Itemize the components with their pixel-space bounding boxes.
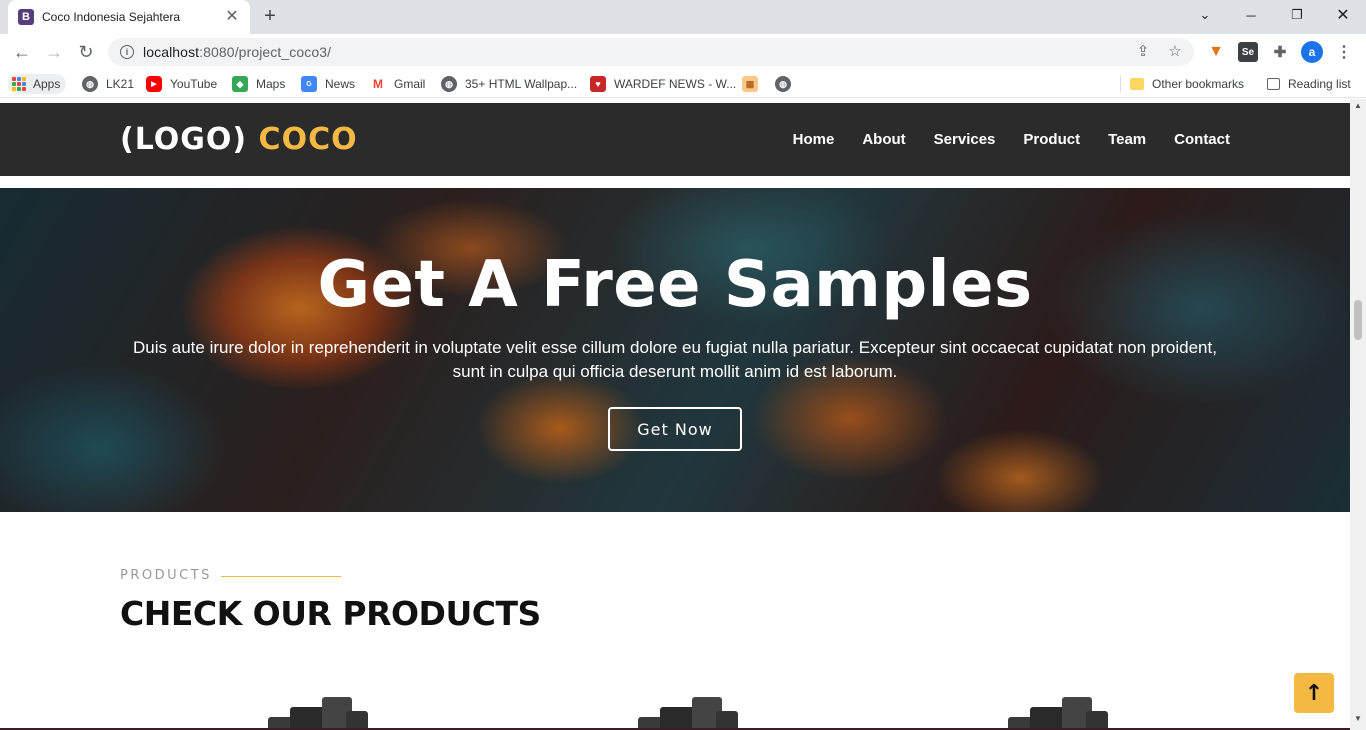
product-image-3[interactable]	[1008, 695, 1112, 730]
scroll-up-arrow-icon[interactable]: ▲	[1353, 101, 1363, 110]
scroll-down-arrow-icon[interactable]: ▼	[1353, 714, 1363, 723]
product-image-1[interactable]	[268, 695, 372, 730]
nav-contact[interactable]: Contact	[1174, 131, 1230, 148]
bookmarks-divider	[1120, 76, 1121, 92]
page-scrollbar[interactable]: ▲ ▼	[1350, 99, 1366, 730]
youtube-icon: ▶	[146, 76, 162, 92]
nav-team[interactable]: Team	[1108, 131, 1146, 148]
hero-title: Get A Free Samples	[317, 248, 1033, 322]
page-viewport: (LOGO) COCO Home About Services Product …	[0, 99, 1350, 730]
browser-tab[interactable]: B Coco Indonesia Sejahtera ✕	[8, 0, 250, 34]
gmail-icon: M	[370, 76, 386, 92]
bookmark-other[interactable]: Other bookmarks	[1130, 74, 1244, 94]
nav-about[interactable]: About	[862, 131, 905, 148]
close-window-button[interactable]: ✕	[1320, 0, 1366, 30]
tab-title: Coco Indonesia Sejahtera	[42, 10, 181, 24]
site-info-icon[interactable]: i	[120, 45, 134, 59]
bookmark-maps[interactable]: ◆ Maps	[232, 74, 285, 94]
bookmark-wardef[interactable]: ♥ WARDEF NEWS - W...	[590, 74, 736, 94]
minimize-button[interactable]: ─	[1228, 0, 1274, 30]
maps-pin-icon: ◆	[232, 76, 248, 92]
bookmark-youtube[interactable]: ▶ YouTube	[146, 74, 217, 94]
bookmarks-bar: Apps ◍ LK21 ▶ YouTube ◆ Maps G News M Gmail ◍…	[0, 70, 1366, 98]
eyebrow-line	[221, 576, 341, 577]
news-icon: G	[301, 76, 317, 92]
nav-product[interactable]: Product	[1023, 131, 1080, 148]
bookmark-gmail[interactable]: M Gmail	[370, 74, 425, 94]
back-to-top-button[interactable]: ↑	[1294, 673, 1334, 713]
arrow-up-icon: ↑	[1304, 680, 1324, 706]
restore-button[interactable]: ❐	[1274, 0, 1320, 30]
profile-avatar[interactable]: a	[1301, 41, 1323, 63]
share-icon[interactable]: ⇪	[1134, 43, 1152, 61]
site-navbar: (LOGO) COCO Home About Services Product …	[0, 103, 1350, 176]
tab-strip: B Coco Indonesia Sejahtera ✕ + ⌄ ─ ❐ ✕	[0, 0, 1366, 34]
globe-icon: ◍	[441, 76, 457, 92]
globe-icon: ◍	[775, 76, 791, 92]
browser-toolbar: ← → ↻ i localhost:8080/project_coco3/ ⇪ …	[0, 34, 1366, 70]
clapper-icon: ▦	[742, 76, 758, 92]
hero-banner: Get A Free Samples Duis aute irure dolor…	[0, 188, 1350, 512]
products-eyebrow: PRODUCTS	[120, 568, 212, 583]
products-title: CHECK OUR PRODUCTS	[120, 594, 541, 633]
nav-home[interactable]: Home	[793, 131, 835, 148]
get-now-button[interactable]: Get Now	[608, 407, 742, 451]
wardef-logo-icon: ♥	[590, 76, 606, 92]
bootstrap-favicon-icon: B	[18, 9, 34, 25]
nav-services[interactable]: Services	[934, 131, 996, 148]
selenium-extension-icon[interactable]: Se	[1238, 42, 1258, 62]
scrollbar-thumb[interactable]	[1354, 300, 1362, 340]
reload-icon[interactable]: ↻	[76, 42, 96, 62]
bookmark-news[interactable]: G News	[301, 74, 355, 94]
reading-list-icon	[1267, 78, 1280, 90]
extensions-puzzle-icon[interactable]: ✚	[1270, 42, 1290, 62]
bookmark-folder-image[interactable]: ▦	[742, 74, 766, 94]
apps-grid-icon	[12, 77, 26, 91]
bookmark-apps[interactable]: Apps	[8, 74, 67, 94]
bookmark-wallpapers[interactable]: ◍ 35+ HTML Wallpap...	[441, 74, 577, 94]
forward-icon[interactable]: →	[44, 42, 64, 62]
bookmark-globe[interactable]: ◍	[775, 74, 799, 94]
site-logo[interactable]: (LOGO) COCO	[120, 122, 358, 157]
url-text: localhost:8080/project_coco3/	[143, 44, 332, 60]
site-menu: Home About Services Product Team Contact	[793, 131, 1230, 148]
bookmark-star-icon[interactable]: ☆	[1166, 43, 1184, 61]
metamask-fox-icon[interactable]: ▼	[1206, 42, 1226, 62]
new-tab-button[interactable]: +	[258, 6, 282, 28]
bookmark-lk21[interactable]: ◍ LK21	[82, 74, 134, 94]
tab-search-icon[interactable]: ⌄	[1182, 0, 1228, 30]
back-icon[interactable]: ←	[12, 42, 32, 62]
chrome-menu-icon[interactable]: ⋮	[1334, 42, 1354, 62]
close-tab-icon[interactable]: ✕	[224, 9, 240, 25]
address-bar[interactable]: i localhost:8080/project_coco3/ ⇪ ☆	[108, 38, 1194, 66]
reading-list-button[interactable]: Reading list	[1267, 74, 1351, 94]
hero-text: Duis aute irure dolor in reprehenderit i…	[133, 338, 1217, 381]
folder-icon	[1130, 78, 1144, 90]
product-image-2[interactable]	[638, 695, 742, 730]
globe-icon: ◍	[82, 76, 98, 92]
